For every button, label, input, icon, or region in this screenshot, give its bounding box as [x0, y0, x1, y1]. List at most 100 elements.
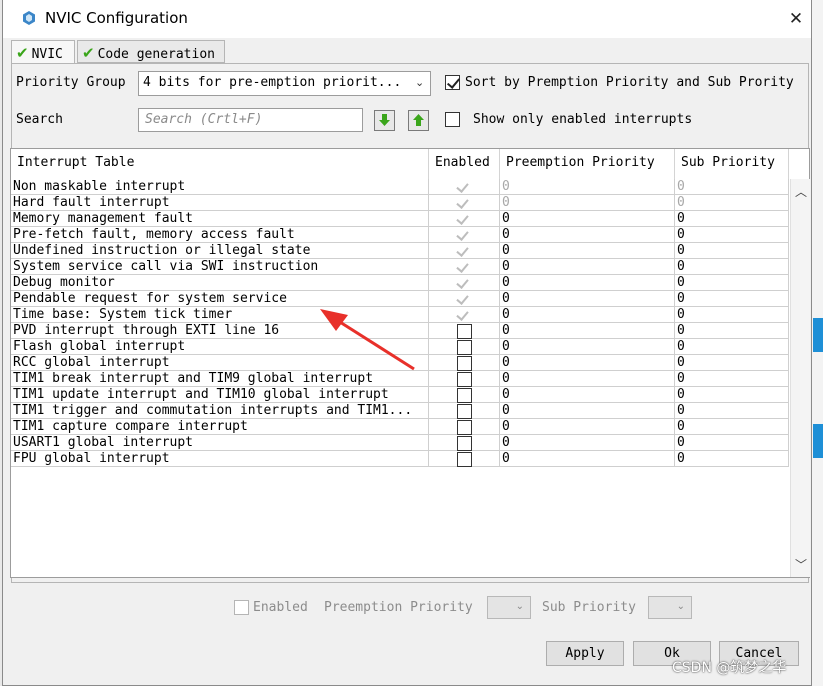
preemption-priority-value[interactable]: 0	[500, 403, 675, 419]
table-row[interactable]: Hard fault interrupt 0 0	[11, 195, 789, 211]
detail-sub-priority-select[interactable]: ⌄	[648, 596, 692, 619]
scroll-up-icon[interactable]: ︿	[795, 183, 807, 200]
preemption-priority-value[interactable]: 0	[500, 179, 675, 195]
sub-priority-value[interactable]: 0	[675, 371, 789, 387]
preemption-priority-value[interactable]: 0	[500, 451, 675, 467]
table-row[interactable]: Non maskable interrupt 0 0	[11, 179, 789, 195]
scroll-down-icon[interactable]: ﹀	[795, 556, 807, 573]
enabled-cell	[429, 243, 500, 259]
detail-enabled-label: Enabled	[253, 600, 308, 615]
tab-nvic[interactable]: ✔ NVIC	[11, 40, 75, 64]
sub-priority-value[interactable]: 0	[675, 243, 789, 259]
sub-priority-value[interactable]: 0	[675, 227, 789, 243]
enabled-checkbox[interactable]	[457, 420, 472, 435]
sub-priority-value[interactable]: 0	[675, 275, 789, 291]
sub-priority-value[interactable]: 0	[675, 355, 789, 371]
preemption-priority-value[interactable]: 0	[500, 275, 675, 291]
interrupt-name: Non maskable interrupt	[11, 179, 429, 195]
enabled-locked-check-icon	[456, 212, 469, 225]
detail-sub-priority-label: Sub Priority	[542, 600, 636, 615]
sort-by-priority-checkbox[interactable]	[445, 75, 460, 90]
sub-priority-value[interactable]: 0	[675, 259, 789, 275]
table-row[interactable]: System service call via SWI instruction 0…	[11, 259, 789, 275]
enabled-checkbox[interactable]	[457, 452, 472, 467]
column-header-preemption[interactable]: Preemption Priority	[500, 149, 675, 179]
detail-enabled-checkbox[interactable]	[234, 600, 249, 615]
table-row[interactable]: TIM1 update interrupt and TIM10 global i…	[11, 387, 789, 403]
show-enabled-only-label: Show only enabled interrupts	[473, 112, 693, 127]
show-enabled-only-checkbox[interactable]	[445, 112, 460, 127]
column-header-sub-priority[interactable]: Sub Priority	[675, 149, 789, 179]
enabled-checkbox[interactable]	[457, 324, 472, 339]
sub-priority-value[interactable]: 0	[675, 403, 789, 419]
preemption-priority-value[interactable]: 0	[500, 387, 675, 403]
enabled-cell	[429, 323, 500, 339]
background-accent-block	[813, 424, 823, 458]
table-row[interactable]: TIM1 capture compare interrupt 0 0	[11, 419, 789, 435]
priority-group-select[interactable]: 4 bits for pre-emption priorit... ⌄	[138, 71, 431, 96]
enabled-cell	[429, 307, 500, 323]
enabled-cell	[429, 339, 500, 355]
enabled-locked-check-icon	[456, 244, 469, 257]
arrow-down-icon	[379, 114, 390, 126]
enabled-checkbox[interactable]	[457, 340, 472, 355]
chevron-down-icon: ⌄	[676, 601, 685, 612]
enabled-checkbox[interactable]	[457, 388, 472, 403]
priority-group-label: Priority Group	[16, 75, 126, 90]
preemption-priority-value[interactable]: 0	[500, 419, 675, 435]
enabled-locked-check-icon	[456, 292, 469, 305]
sub-priority-value[interactable]: 0	[675, 387, 789, 403]
search-input[interactable]: Search (Crtl+F)	[138, 108, 363, 132]
sub-priority-value[interactable]: 0	[675, 419, 789, 435]
preemption-priority-value[interactable]: 0	[500, 339, 675, 355]
interrupt-name: Hard fault interrupt	[11, 195, 429, 211]
enabled-checkbox[interactable]	[457, 404, 472, 419]
preemption-priority-value[interactable]: 0	[500, 323, 675, 339]
sub-priority-value[interactable]: 0	[675, 195, 789, 211]
preemption-priority-value[interactable]: 0	[500, 355, 675, 371]
table-row[interactable]: FPU global interrupt 0 0	[11, 451, 789, 467]
preemption-priority-value[interactable]: 0	[500, 243, 675, 259]
sub-priority-value[interactable]: 0	[675, 291, 789, 307]
table-scrollbar[interactable]: ︿ ﹀	[790, 179, 810, 577]
enabled-locked-check-icon	[456, 196, 469, 209]
table-row[interactable]: Pre-fetch fault, memory access fault 0 0	[11, 227, 789, 243]
enabled-checkbox[interactable]	[457, 356, 472, 371]
enabled-cell	[429, 275, 500, 291]
enabled-locked-check-icon	[456, 308, 469, 321]
column-header-enabled[interactable]: Enabled	[429, 149, 500, 179]
preemption-priority-value[interactable]: 0	[500, 371, 675, 387]
search-previous-button[interactable]	[408, 110, 429, 131]
sub-priority-value[interactable]: 0	[675, 435, 789, 451]
sub-priority-value[interactable]: 0	[675, 179, 789, 195]
preemption-priority-value[interactable]: 0	[500, 307, 675, 323]
table-row[interactable]: Undefined instruction or illegal state 0 0	[11, 243, 789, 259]
sub-priority-value[interactable]: 0	[675, 323, 789, 339]
interrupt-name: TIM1 update interrupt and TIM10 global i…	[11, 387, 429, 403]
table-row[interactable]: Memory management fault 0 0	[11, 211, 789, 227]
column-header-interrupt[interactable]: Interrupt Table	[11, 149, 429, 179]
sub-priority-value[interactable]: 0	[675, 339, 789, 355]
preemption-priority-value[interactable]: 0	[500, 259, 675, 275]
preemption-priority-value[interactable]: 0	[500, 291, 675, 307]
tab-code-generation[interactable]: ✔ Code generation	[77, 40, 225, 63]
table-row[interactable]: USART1 global interrupt 0 0	[11, 435, 789, 451]
detail-preemption-select[interactable]: ⌄	[487, 596, 531, 619]
table-row[interactable]: Debug monitor 0 0	[11, 275, 789, 291]
interrupt-name: TIM1 trigger and commutation interrupts …	[11, 403, 429, 419]
preemption-priority-value[interactable]: 0	[500, 227, 675, 243]
enabled-checkbox[interactable]	[457, 436, 472, 451]
enabled-cell	[429, 451, 500, 467]
sub-priority-value[interactable]: 0	[675, 307, 789, 323]
interrupt-name: Memory management fault	[11, 211, 429, 227]
search-next-button[interactable]	[374, 110, 395, 131]
close-button[interactable]: ✕	[785, 8, 807, 30]
apply-button[interactable]: Apply	[546, 641, 624, 666]
preemption-priority-value[interactable]: 0	[500, 435, 675, 451]
preemption-priority-value[interactable]: 0	[500, 211, 675, 227]
table-row[interactable]: TIM1 trigger and commutation interrupts …	[11, 403, 789, 419]
sub-priority-value[interactable]: 0	[675, 451, 789, 467]
preemption-priority-value[interactable]: 0	[500, 195, 675, 211]
enabled-checkbox[interactable]	[457, 372, 472, 387]
sub-priority-value[interactable]: 0	[675, 211, 789, 227]
